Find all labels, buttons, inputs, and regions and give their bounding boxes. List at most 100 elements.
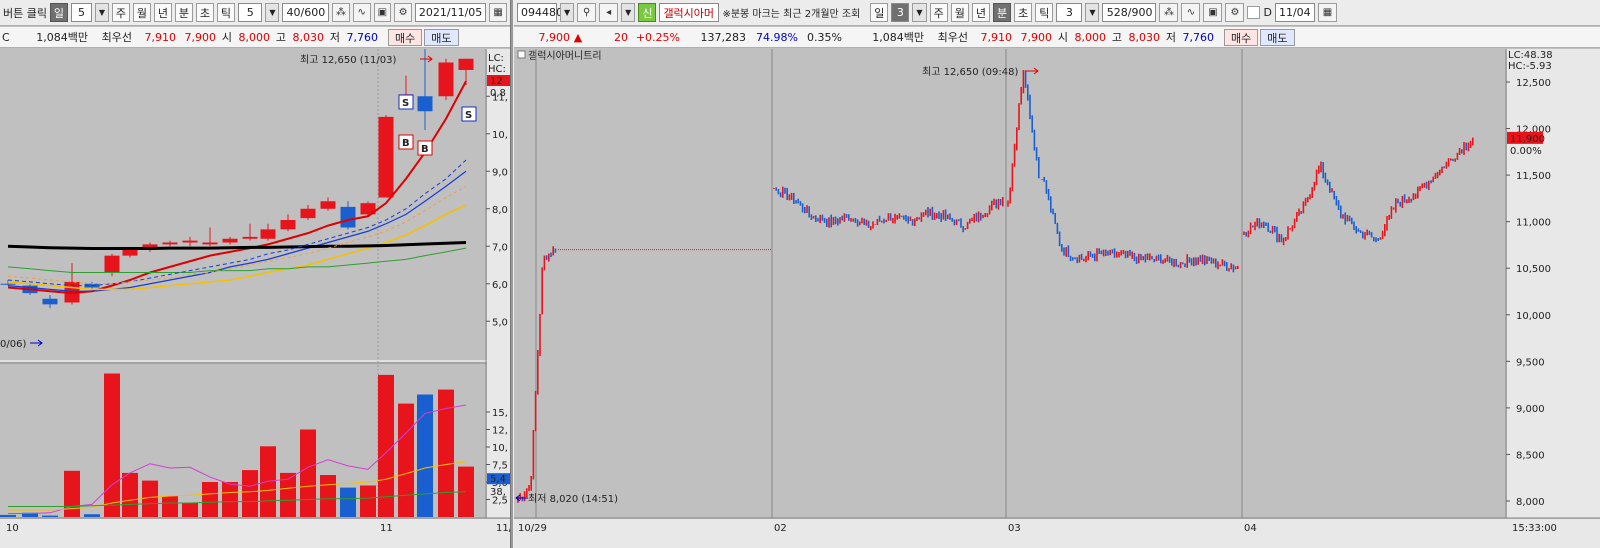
title-box-icon: [517, 50, 526, 59]
quote-amount: 1,084백만: [872, 31, 924, 44]
quote-open-label: 시: [1057, 31, 1068, 44]
period-second-button[interactable]: 초: [1014, 3, 1033, 22]
right-minute-chart[interactable]: 갤럭시아머니트리12,50012,00011,50011,00010,50010…: [514, 49, 1600, 548]
current-rate-label: 0.00%: [1510, 146, 1542, 157]
sell-button[interactable]: 매도: [424, 28, 459, 46]
save-icon[interactable]: ▣: [1203, 3, 1223, 22]
date-axis-area: [514, 519, 1600, 548]
date-field[interactable]: 2021/11/05: [414, 3, 487, 22]
right-quote-row: 7,900 ▲ 20 +0.25% 137,283 74.98% 0.35% 1…: [514, 27, 1600, 48]
trend-icon[interactable]: ∿: [352, 3, 371, 22]
buy-button[interactable]: 매수: [388, 28, 423, 46]
period-month-button[interactable]: 월: [950, 3, 969, 22]
period-tick-button[interactable]: 틱: [216, 3, 235, 22]
calendar-icon[interactable]: ▦: [489, 3, 507, 22]
quote-high-label: 고: [275, 31, 286, 44]
volume-bar: [398, 403, 414, 517]
indicator-icon[interactable]: ⁂: [1159, 3, 1179, 22]
search-icon[interactable]: ⚲: [577, 3, 597, 22]
stock-code-field[interactable]: 094480: [517, 3, 563, 22]
left-chart-panel: 버튼 클릭 일 5 ▼ 주 월 년 분 초 틱 5 ▼ 40/600 ⁂ ∿ ▣…: [0, 0, 510, 548]
candle-body: [438, 62, 454, 97]
period-week-button[interactable]: 주: [929, 3, 948, 22]
quote-high: 8,030: [1128, 30, 1161, 44]
quote-ask: 7,910: [980, 30, 1013, 44]
price-tick-label: 7,0: [492, 242, 508, 253]
chevron-down-icon[interactable]: ▼: [94, 3, 109, 22]
chevron-down-icon[interactable]: ▼: [1085, 3, 1100, 22]
right-chart-panel: 094480 ▼ ⚲ ◂ ▼ 신 갤럭시아머 ※분봉 마크는 최근 2개월만 조…: [514, 0, 1600, 548]
volume-bar: [242, 470, 258, 517]
period-tick-button[interactable]: 틱: [1035, 3, 1054, 22]
period-minute-button[interactable]: 분: [174, 3, 193, 22]
period-second-button[interactable]: 초: [195, 3, 214, 22]
period-value-field[interactable]: 3: [891, 3, 910, 22]
quote-open-label: 시: [221, 31, 232, 44]
period-month-button[interactable]: 월: [132, 3, 151, 22]
hc-label: HC:-5.93: [1508, 61, 1552, 72]
signal-label: B: [421, 144, 429, 155]
price-tick-label: 9,500: [1516, 357, 1545, 368]
volume-bar: [142, 480, 158, 517]
volume-bar: [0, 514, 16, 517]
price-tick-label: 11,000: [1516, 218, 1551, 229]
chevron-down-icon[interactable]: ▼: [560, 3, 575, 22]
date-tick-label: 10/29: [518, 523, 547, 534]
candle-body: [202, 242, 218, 245]
quote-rate: +0.25%: [635, 30, 680, 44]
quote-bid: 7,900: [1020, 30, 1053, 44]
volume-bar: [360, 485, 376, 517]
date-field[interactable]: 11/04: [1274, 3, 1315, 22]
period-week-button[interactable]: 주: [111, 3, 130, 22]
price-tick-label: 10,500: [1516, 264, 1551, 275]
volume-bar: [378, 374, 394, 517]
volume-tag-label: 5,4: [490, 474, 506, 485]
period-minute-button[interactable]: 분: [992, 3, 1012, 22]
quote-change: 20: [614, 30, 628, 44]
quote-low: 7,760: [1182, 30, 1215, 44]
volume-bar: [300, 429, 316, 517]
volume-bar: [122, 472, 138, 517]
gear-icon[interactable]: ⚙: [1225, 3, 1245, 22]
period-value-field[interactable]: 5: [70, 3, 92, 22]
buy-button[interactable]: 매수: [1224, 28, 1259, 46]
quote-pref-label: 최우선: [937, 31, 968, 44]
quote-cut-label: C: [2, 30, 10, 44]
price-tick-label: 11,500: [1516, 171, 1551, 182]
indicator-icon[interactable]: ⁂: [332, 3, 350, 22]
minute-mark-notice: ※분봉 마크는 최근 2개월만 조회: [722, 9, 861, 20]
chevron-down-icon[interactable]: ▼: [912, 3, 927, 22]
stock-name-field[interactable]: 갤럭시아머: [659, 3, 720, 22]
volume-bar: [104, 373, 120, 517]
price-tick-label: 9,000: [1516, 404, 1545, 415]
calendar-icon[interactable]: ▦: [1317, 3, 1337, 22]
tick-value-field[interactable]: 3: [1056, 3, 1083, 22]
price-plot-area: [514, 49, 1506, 518]
count-field[interactable]: 528/900: [1102, 3, 1157, 22]
count-field[interactable]: 40/600: [282, 3, 330, 22]
sell-button[interactable]: 매도: [1260, 28, 1295, 46]
volume-bar: [182, 503, 198, 517]
period-year-button[interactable]: 년: [971, 3, 990, 22]
price-tick-label: 10,: [492, 130, 508, 141]
signal-label: S: [402, 98, 409, 109]
tick-value-field[interactable]: 5: [237, 3, 263, 22]
period-day-button[interactable]: 일: [870, 3, 889, 22]
chevron-down-icon[interactable]: ▼: [621, 3, 636, 22]
chevron-down-icon[interactable]: ▼: [265, 3, 280, 22]
left-daily-chart[interactable]: 11,10,9,08,07,06,05,0LC:HC:120,8최고 12,65…: [0, 49, 510, 548]
trend-icon[interactable]: ∿: [1181, 3, 1201, 22]
d-checkbox[interactable]: [1247, 6, 1261, 19]
quote-volume: 137,283: [700, 30, 747, 44]
gear-icon[interactable]: ⚙: [394, 3, 412, 22]
candle-body: [42, 298, 58, 305]
period-day-button[interactable]: 일: [49, 3, 68, 22]
save-icon[interactable]: ▣: [373, 3, 392, 22]
quote-low-label: 저: [329, 31, 340, 44]
candle-body: [162, 242, 178, 245]
speaker-icon[interactable]: ◂: [599, 3, 619, 22]
left-quote-row: C 1,084백만 최우선 7,910 7,900 시 8,000 고 8,03…: [0, 27, 510, 48]
volume-bar: [84, 514, 100, 517]
candle-body: [320, 201, 336, 209]
period-year-button[interactable]: 년: [153, 3, 172, 22]
